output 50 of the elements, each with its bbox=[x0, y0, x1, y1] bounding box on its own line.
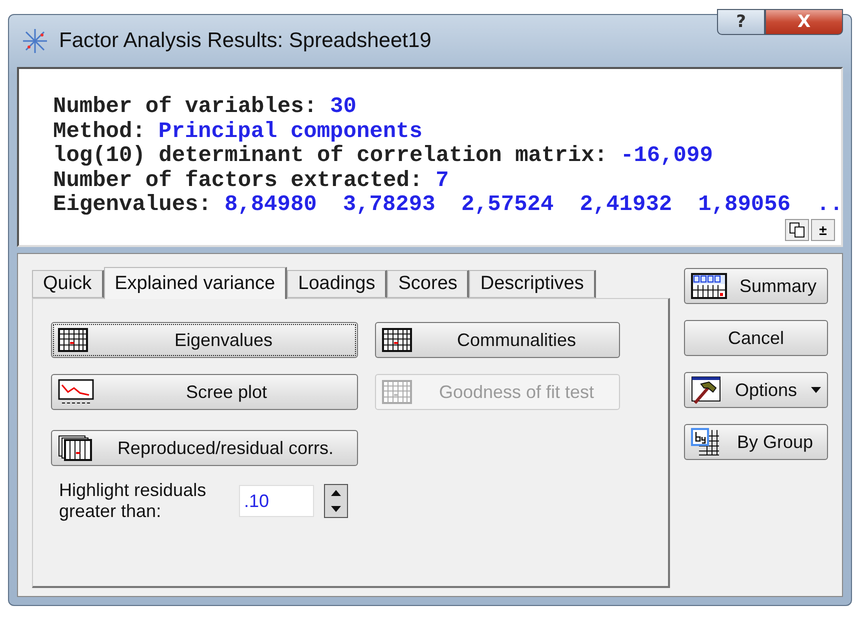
result-value: 3,78293 bbox=[342, 193, 436, 218]
result-value: Principal components bbox=[158, 120, 422, 144]
spreadsheet-icon bbox=[691, 273, 727, 299]
result-value: 2,41932 bbox=[580, 193, 672, 218]
table-icon bbox=[382, 328, 412, 352]
copy-button[interactable] bbox=[785, 219, 809, 241]
action-button[interactable]: Scree plot bbox=[51, 374, 358, 410]
side-button[interactable]: Summary bbox=[684, 268, 828, 304]
hammer-icon bbox=[691, 376, 721, 404]
down-arrow-icon bbox=[331, 506, 341, 512]
tab[interactable]: Loadings bbox=[287, 270, 388, 298]
input-field[interactable]: .10 bbox=[239, 485, 314, 517]
action-button[interactable]: Communalities bbox=[375, 322, 620, 358]
result-value: 8,84980 bbox=[224, 193, 317, 218]
action-button[interactable]: Reproduced/residual corrs. bbox=[51, 430, 358, 466]
result-label: Number of factors extracted: bbox=[53, 168, 423, 193]
result-value: .. bbox=[816, 193, 841, 218]
result-value: 2,57524 bbox=[461, 193, 554, 218]
result-value: 7 bbox=[436, 168, 449, 193]
close-button[interactable]: X bbox=[765, 9, 843, 35]
tab[interactable]: Descriptives bbox=[469, 270, 596, 298]
result-label: Method: bbox=[53, 120, 146, 144]
tab[interactable]: Explained variance bbox=[104, 267, 288, 299]
spin-down-button[interactable] bbox=[325, 501, 347, 517]
line-chart-icon bbox=[58, 379, 94, 405]
result-label: log(10) determinant of correlation matrix: bbox=[53, 144, 608, 168]
copy-icon bbox=[789, 222, 805, 238]
help-button[interactable]: ? bbox=[717, 9, 765, 35]
result-value: 30 bbox=[330, 95, 356, 120]
side-button[interactable]: Options bbox=[684, 372, 828, 408]
up-arrow-icon bbox=[331, 490, 341, 496]
app-icon bbox=[21, 27, 49, 55]
action-button[interactable]: Eigenvalues bbox=[51, 322, 358, 358]
result-label: Number of variables: bbox=[53, 95, 318, 120]
collapse-button[interactable]: ± bbox=[811, 219, 835, 241]
side-button[interactable]: Cancel bbox=[684, 320, 828, 356]
grouped-table-icon bbox=[691, 428, 721, 456]
window-title: Factor Analysis Results: Spreadsheet19 bbox=[59, 29, 432, 53]
spin-up-button[interactable] bbox=[325, 485, 347, 501]
result-value: -16,099 bbox=[620, 144, 713, 168]
table-icon bbox=[58, 328, 88, 352]
tab[interactable]: Scores bbox=[387, 270, 470, 298]
tab[interactable]: Quick bbox=[32, 270, 104, 298]
result-value: 1,89056 bbox=[698, 193, 791, 218]
result-label: Eigenvalues: bbox=[53, 193, 212, 218]
tables-icon bbox=[58, 435, 92, 461]
side-button[interactable]: By Group bbox=[684, 424, 828, 460]
caret-icon bbox=[811, 387, 821, 393]
field-label: Highlight residuals greater than: bbox=[59, 480, 208, 522]
table-icon bbox=[382, 380, 412, 404]
